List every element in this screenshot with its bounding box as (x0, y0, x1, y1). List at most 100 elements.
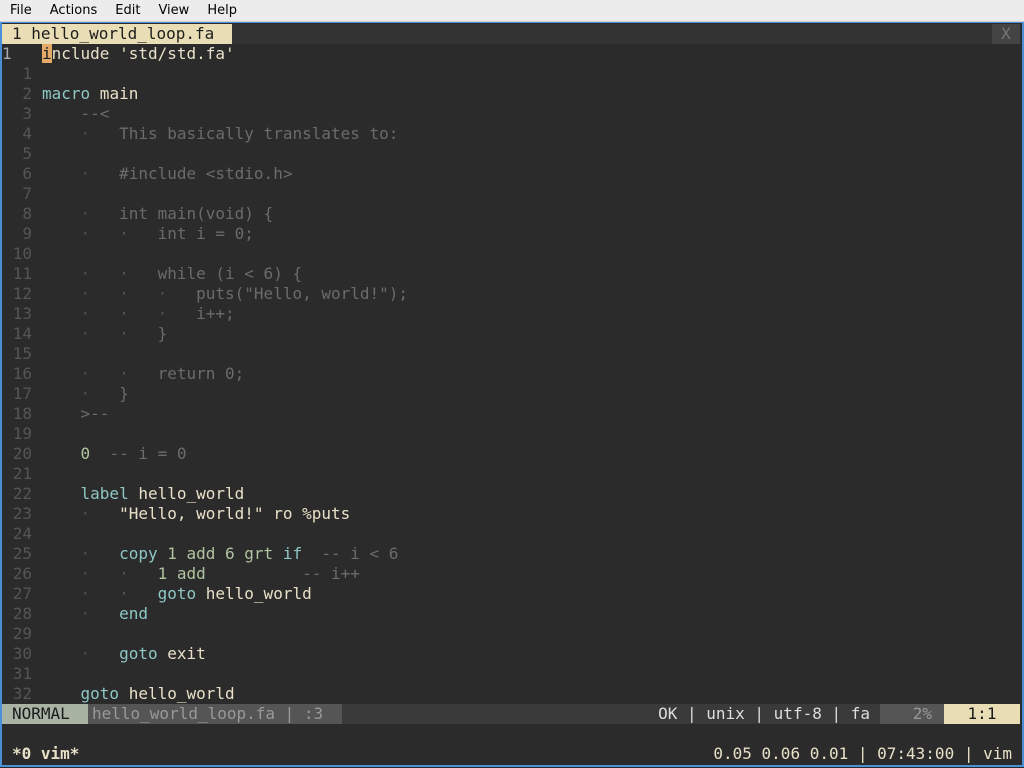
code-line[interactable]: 17 · } (2, 384, 1020, 404)
code-line[interactable]: 30 · goto exit (2, 644, 1020, 664)
code-line[interactable]: 25 · copy 1 add 6 grt if -- i < 6 (2, 544, 1020, 564)
code-line[interactable]: 24 (2, 524, 1020, 544)
line-number: 20 (12, 444, 32, 463)
code-line[interactable]: 27 · · goto hello_world (2, 584, 1020, 604)
menu-help[interactable]: Help (197, 0, 245, 21)
code-token: · (42, 644, 120, 663)
line-text: · · · puts("Hello, world!"); (42, 284, 409, 304)
code-line[interactable]: 11 · · while (i < 6) { (2, 264, 1020, 284)
code-token: · · (42, 224, 158, 243)
line-text: · copy 1 add 6 grt if -- i < 6 (42, 544, 399, 564)
code-line[interactable]: 10 (2, 244, 1020, 264)
code-token: label (42, 484, 129, 503)
code-token: main (90, 84, 139, 103)
line-number: 1 (2, 44, 12, 63)
code-line[interactable]: 31 (2, 664, 1020, 684)
code-token: 0 (42, 444, 91, 463)
code-token: · · (42, 264, 158, 283)
code-token: if (273, 544, 303, 563)
code-token: exit (157, 644, 206, 663)
code-line[interactable]: 3 --< (2, 104, 1020, 124)
line-text: --< (42, 104, 110, 124)
line-number: 17 (12, 384, 32, 403)
code-line[interactable]: 16 · · return 0; (2, 364, 1020, 384)
code-token: 1 (157, 544, 177, 563)
line-text: · #include <stdio.h> (42, 164, 293, 184)
menu-edit[interactable]: Edit (105, 0, 148, 21)
code-token: -- i = 0 (90, 444, 187, 463)
line-text: label hello_world (42, 484, 245, 504)
code-line[interactable]: 18 >-- (2, 404, 1020, 424)
code-token: goto (119, 644, 158, 663)
line-number: 25 (12, 544, 32, 563)
line-number: 14 (12, 324, 32, 343)
code-token: puts("Hello, world!"); (196, 284, 409, 303)
code-line[interactable]: 20 0 -- i = 0 (2, 444, 1020, 464)
tmux-status-right: 0.05 0.06 0.01 | 07:43:00 | vim (713, 744, 1012, 763)
line-number: 32 (12, 684, 32, 703)
code-token: · · · (42, 304, 197, 323)
line-number: 6 (22, 164, 32, 183)
code-token: ro %puts (263, 504, 351, 523)
code-line[interactable]: 21 (2, 464, 1020, 484)
code-token: macro (42, 84, 91, 103)
menu-file[interactable]: File (0, 0, 40, 21)
menu-actions[interactable]: Actions (40, 0, 106, 21)
line-text: · · goto hello_world (42, 584, 312, 604)
code-token: · · (42, 364, 158, 383)
code-line[interactable]: 32 goto hello_world (2, 684, 1020, 704)
code-line[interactable]: 28 · end (2, 604, 1020, 624)
line-text: · · } (42, 324, 168, 344)
line-number: 30 (12, 644, 32, 663)
editor-buffer[interactable]: 1 include 'std/std.fa' 1 2 macro main 3 --< 4 … (2, 44, 1020, 704)
tab-close-button[interactable]: X (992, 24, 1020, 44)
code-line[interactable]: 1 include 'std/std.fa' (2, 44, 1020, 64)
code-line[interactable]: 22 label hello_world (2, 484, 1020, 504)
line-text: 0 -- i = 0 (42, 444, 187, 464)
code-token: · (42, 604, 120, 623)
line-number: 26 (12, 564, 32, 583)
tab-hello-world-loop[interactable]: 1 hello_world_loop.fa (2, 24, 232, 44)
tmux-window-label[interactable]: *0 vim* (12, 744, 79, 764)
line-text: · "Hello, world!" ro %puts (42, 504, 351, 524)
line-number: 5 (22, 144, 32, 163)
code-line[interactable]: 2 macro main (2, 84, 1020, 104)
code-token: 1 add (157, 564, 206, 583)
line-text: · · 1 add -- i++ (42, 564, 360, 584)
code-line[interactable]: 6 · #include <stdio.h> (2, 164, 1020, 184)
line-text: · goto exit (42, 644, 206, 664)
line-number: 13 (12, 304, 32, 323)
menu-view[interactable]: View (148, 0, 197, 21)
code-line[interactable]: 7 (2, 184, 1020, 204)
code-line[interactable]: 4 · This basically translates to: (2, 124, 1020, 144)
cursor-position: 1:1 (944, 704, 1020, 724)
code-token: · (42, 544, 120, 563)
code-line[interactable]: 29 (2, 624, 1020, 644)
code-line[interactable]: 23 · "Hello, world!" ro %puts (2, 504, 1020, 524)
code-line[interactable]: 12 · · · puts("Hello, world!"); (2, 284, 1020, 304)
code-line[interactable]: 5 (2, 144, 1020, 164)
line-text: · · while (i < 6) { (42, 264, 303, 284)
code-token: i++; (196, 304, 235, 323)
code-token: add (176, 544, 216, 563)
code-line[interactable]: 13 · · · i++; (2, 304, 1020, 324)
code-line[interactable]: 1 (2, 64, 1020, 84)
line-number: 1 (22, 64, 32, 83)
code-token: goto (157, 584, 197, 603)
code-line[interactable]: 15 (2, 344, 1020, 364)
code-token: return 0; (157, 364, 245, 383)
code-token: · (42, 124, 120, 143)
code-token: · (42, 504, 120, 523)
code-token: hello_world (128, 484, 245, 503)
line-text: · · return 0; (42, 364, 245, 384)
code-token: end (119, 604, 148, 623)
code-token: This basically translates to: (119, 124, 399, 143)
code-line[interactable]: 26 · · 1 add -- i++ (2, 564, 1020, 584)
code-line[interactable]: 14 · · } (2, 324, 1020, 344)
code-token: nclude 'std/std.fa' (51, 44, 235, 63)
code-line[interactable]: 9 · · int i = 0; (2, 224, 1020, 244)
code-line[interactable]: 8 · int main(void) { (2, 204, 1020, 224)
code-token: int i = 0; (157, 224, 254, 243)
code-line[interactable]: 19 (2, 424, 1020, 444)
line-text: >-- (42, 404, 110, 424)
